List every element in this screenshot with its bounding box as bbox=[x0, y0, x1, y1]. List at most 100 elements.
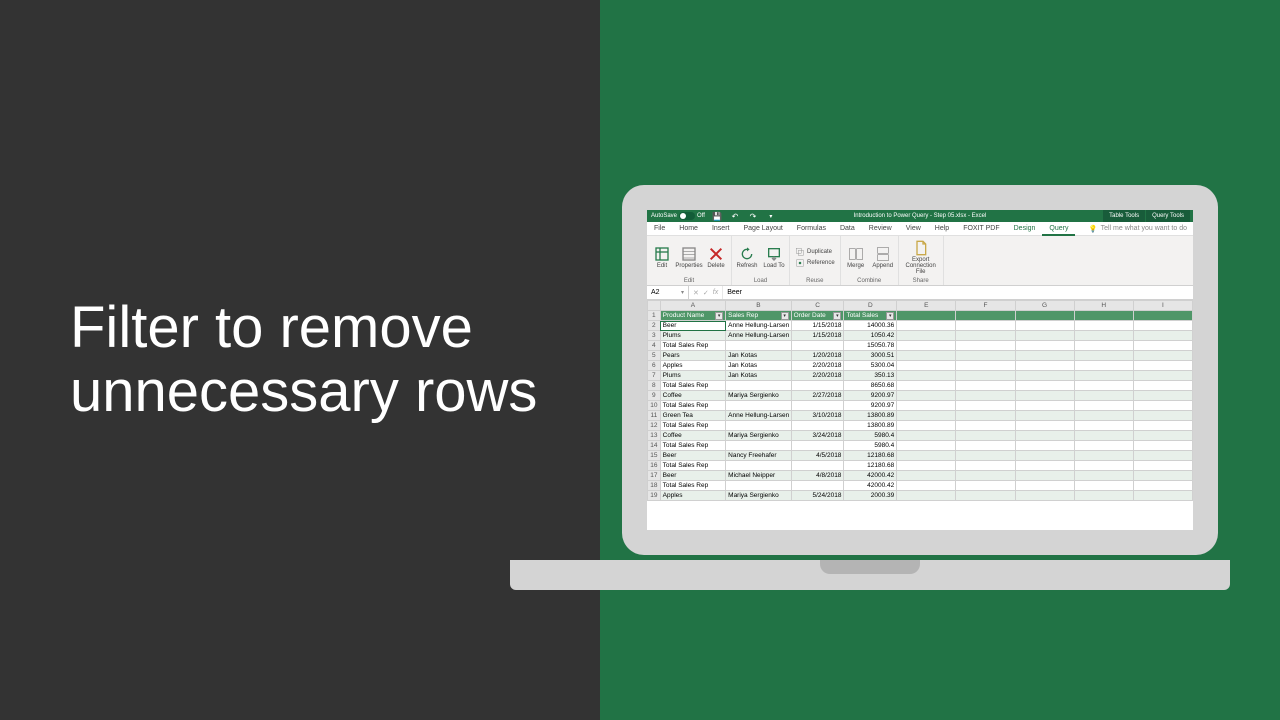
cell[interactable] bbox=[1133, 481, 1192, 491]
cell[interactable] bbox=[791, 481, 844, 491]
duplicate-button[interactable]: Duplicate bbox=[795, 247, 835, 257]
row-header[interactable]: 16 bbox=[648, 461, 661, 471]
row-header[interactable]: 13 bbox=[648, 431, 661, 441]
cell[interactable] bbox=[897, 441, 956, 451]
cell[interactable] bbox=[897, 451, 956, 461]
cell[interactable] bbox=[956, 491, 1015, 501]
cell[interactable] bbox=[956, 351, 1015, 361]
tab-data[interactable]: Data bbox=[833, 222, 862, 236]
cell[interactable] bbox=[1133, 441, 1192, 451]
cell[interactable] bbox=[1074, 321, 1133, 331]
cell[interactable]: 2/20/2018 bbox=[791, 361, 844, 371]
cell[interactable] bbox=[791, 401, 844, 411]
cell[interactable]: 5/24/2018 bbox=[791, 491, 844, 501]
cell[interactable]: Nancy Freehafer bbox=[726, 451, 791, 461]
cell[interactable]: 3000.51 bbox=[844, 351, 897, 361]
cell[interactable] bbox=[1015, 431, 1074, 441]
cell[interactable] bbox=[897, 371, 956, 381]
fx-icon[interactable]: fx bbox=[713, 289, 718, 296]
cell[interactable]: Green Tea bbox=[660, 411, 725, 421]
row-header[interactable]: 11 bbox=[648, 411, 661, 421]
cell[interactable] bbox=[1074, 421, 1133, 431]
cell[interactable] bbox=[897, 461, 956, 471]
cell[interactable] bbox=[956, 361, 1015, 371]
cell[interactable] bbox=[1074, 441, 1133, 451]
cell[interactable] bbox=[1015, 491, 1074, 501]
cell[interactable] bbox=[897, 431, 956, 441]
row-header[interactable]: 17 bbox=[648, 471, 661, 481]
cell[interactable]: Beer bbox=[660, 471, 725, 481]
tab-page-layout[interactable]: Page Layout bbox=[736, 222, 789, 236]
tab-file[interactable]: File bbox=[647, 222, 672, 236]
cell[interactable] bbox=[1015, 381, 1074, 391]
cell[interactable] bbox=[1015, 371, 1074, 381]
row-header[interactable]: 5 bbox=[648, 351, 661, 361]
cell[interactable]: 1/15/2018 bbox=[791, 331, 844, 341]
context-tab-query-tools[interactable]: Query Tools bbox=[1146, 210, 1190, 222]
cell[interactable]: Michael Neipper bbox=[726, 471, 791, 481]
tab-foxit-pdf[interactable]: FOXIT PDF bbox=[956, 222, 1006, 236]
cell[interactable]: 9200.97 bbox=[844, 401, 897, 411]
redo-icon[interactable]: ↷ bbox=[747, 211, 759, 221]
cell[interactable] bbox=[1074, 351, 1133, 361]
cell[interactable]: Anne Hellung-Larsen bbox=[726, 411, 791, 421]
cell[interactable] bbox=[1133, 461, 1192, 471]
tab-insert[interactable]: Insert bbox=[705, 222, 737, 236]
row-header[interactable]: 9 bbox=[648, 391, 661, 401]
cell[interactable]: Beer bbox=[660, 321, 725, 331]
context-tab-table-tools[interactable]: Table Tools bbox=[1103, 210, 1145, 222]
formula-input[interactable]: Beer bbox=[723, 289, 1193, 296]
cell[interactable] bbox=[1133, 411, 1192, 421]
cell[interactable]: 12180.68 bbox=[844, 451, 897, 461]
cell[interactable] bbox=[897, 341, 956, 351]
cell[interactable] bbox=[1015, 441, 1074, 451]
table-header-date[interactable]: Order Date bbox=[791, 311, 844, 321]
cell[interactable]: Total Sales Rep bbox=[660, 381, 725, 391]
merge-button[interactable]: Merge bbox=[843, 246, 869, 269]
row-header[interactable]: 15 bbox=[648, 451, 661, 461]
table-header-product[interactable]: Product Name bbox=[660, 311, 725, 321]
row-header[interactable]: 19 bbox=[648, 491, 661, 501]
cell[interactable] bbox=[726, 441, 791, 451]
cell[interactable] bbox=[897, 401, 956, 411]
cell[interactable] bbox=[726, 341, 791, 351]
col-header-D[interactable]: D bbox=[844, 301, 897, 311]
cell[interactable] bbox=[1133, 351, 1192, 361]
col-header-C[interactable]: C bbox=[791, 301, 844, 311]
tab-formulas[interactable]: Formulas bbox=[790, 222, 833, 236]
cell[interactable]: Total Sales Rep bbox=[660, 481, 725, 491]
filter-dropdown-icon[interactable] bbox=[781, 312, 789, 320]
enter-formula-icon[interactable]: ✓ bbox=[703, 289, 709, 297]
cell[interactable] bbox=[1133, 321, 1192, 331]
cell[interactable]: Total Sales Rep bbox=[660, 341, 725, 351]
col-header-A[interactable]: A bbox=[660, 301, 725, 311]
row-header[interactable]: 10 bbox=[648, 401, 661, 411]
save-icon[interactable]: 💾 bbox=[711, 211, 723, 221]
tab-review[interactable]: Review bbox=[862, 222, 899, 236]
cell[interactable] bbox=[1074, 401, 1133, 411]
cell[interactable] bbox=[726, 461, 791, 471]
cell[interactable] bbox=[1074, 431, 1133, 441]
cell[interactable] bbox=[956, 431, 1015, 441]
cell[interactable] bbox=[956, 401, 1015, 411]
cell[interactable]: 3/10/2018 bbox=[791, 411, 844, 421]
properties-button[interactable]: Properties bbox=[676, 246, 702, 269]
cell[interactable]: 1/20/2018 bbox=[791, 351, 844, 361]
row-header[interactable]: 18 bbox=[648, 481, 661, 491]
cell[interactable]: 350.13 bbox=[844, 371, 897, 381]
cell[interactable] bbox=[726, 381, 791, 391]
cell[interactable] bbox=[956, 381, 1015, 391]
cell[interactable]: Jan Kotas bbox=[726, 361, 791, 371]
row-header[interactable]: 12 bbox=[648, 421, 661, 431]
col-header-F[interactable]: F bbox=[956, 301, 1015, 311]
cell[interactable]: 1/15/2018 bbox=[791, 321, 844, 331]
cell[interactable] bbox=[956, 411, 1015, 421]
append-button[interactable]: Append bbox=[870, 246, 896, 269]
cell[interactable]: 4/8/2018 bbox=[791, 471, 844, 481]
cell[interactable] bbox=[791, 421, 844, 431]
cell[interactable] bbox=[1074, 361, 1133, 371]
autosave-toggle[interactable]: AutoSave Off bbox=[651, 212, 705, 220]
cell[interactable] bbox=[897, 391, 956, 401]
cell[interactable] bbox=[1133, 331, 1192, 341]
cell[interactable] bbox=[1133, 361, 1192, 371]
